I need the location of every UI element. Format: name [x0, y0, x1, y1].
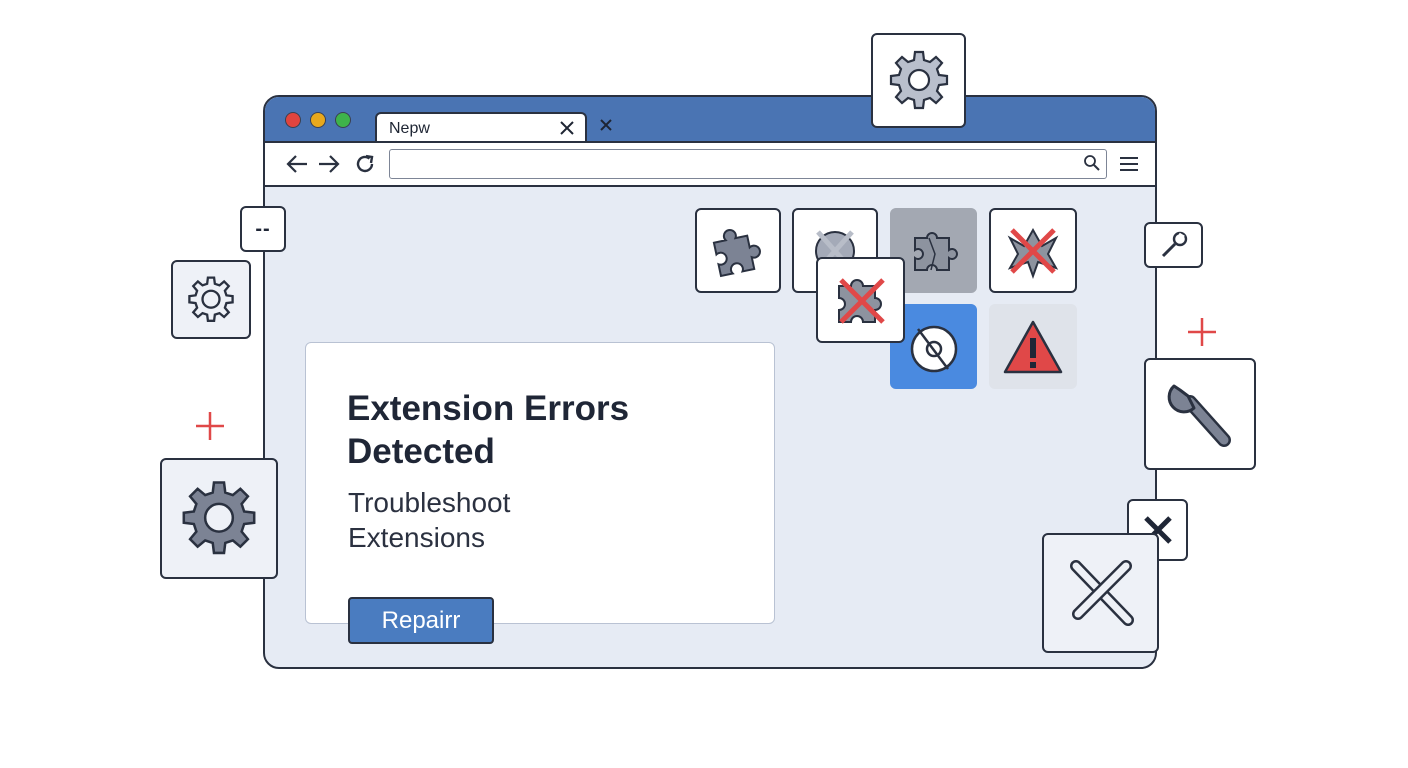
gear-icon — [184, 273, 238, 327]
tab-active[interactable]: Nepw — [375, 112, 587, 143]
floating-wrench-large — [1144, 358, 1256, 470]
reload-icon[interactable] — [354, 153, 376, 175]
title-bar: Nepw — [265, 97, 1155, 143]
address-bar[interactable] — [389, 149, 1107, 179]
floating-gear-left-large — [160, 458, 278, 579]
floating-tools-large — [1042, 533, 1159, 653]
forward-arrow-icon[interactable] — [317, 153, 341, 175]
repair-button[interactable]: Repairr — [348, 597, 494, 644]
floating-wrench-small — [1144, 222, 1203, 268]
maximize-window-button[interactable] — [335, 112, 351, 128]
extension-tile-puzzle-error[interactable] — [816, 257, 905, 343]
search-icon[interactable] — [1083, 154, 1101, 172]
puzzle-outline-icon — [907, 224, 961, 278]
extension-tile-warning[interactable] — [989, 304, 1077, 389]
warning-icon — [1001, 318, 1065, 376]
tab-label: Nepw — [389, 120, 430, 137]
extension-tile-puzzle[interactable] — [695, 208, 781, 293]
extension-tile-error[interactable] — [989, 208, 1077, 293]
wrench-icon — [1160, 374, 1240, 454]
tab-close-icon[interactable] — [559, 120, 575, 136]
plus-icon — [1186, 316, 1218, 348]
new-tab-close-icon[interactable] — [599, 118, 613, 132]
gear-icon — [175, 475, 263, 563]
broken-extension-x-icon — [1000, 218, 1066, 284]
floating-gear-top — [871, 33, 966, 128]
error-panel: Extension Errors Detected Troubleshoot E… — [305, 342, 775, 644]
back-arrow-icon[interactable] — [285, 153, 309, 175]
minimize-window-button[interactable] — [310, 112, 326, 128]
dash-label: -- — [255, 217, 271, 240]
close-window-button[interactable] — [285, 112, 301, 128]
tools-icon — [1058, 550, 1144, 636]
gear-icon — [884, 46, 954, 116]
page-title: Extension Errors Detected — [347, 389, 630, 471]
plus-icon — [194, 410, 226, 442]
browser-toolbar — [265, 141, 1155, 187]
page-subtitle: Troubleshoot Extensions — [348, 487, 511, 553]
puzzle-error-icon — [829, 268, 893, 332]
blocked-disc-icon — [904, 317, 964, 377]
floating-gear-left-small — [171, 260, 251, 339]
menu-icon[interactable] — [1119, 154, 1139, 174]
floating-dash-box: -- — [240, 206, 286, 252]
wrench-icon — [1157, 228, 1191, 262]
puzzle-icon — [709, 222, 767, 280]
